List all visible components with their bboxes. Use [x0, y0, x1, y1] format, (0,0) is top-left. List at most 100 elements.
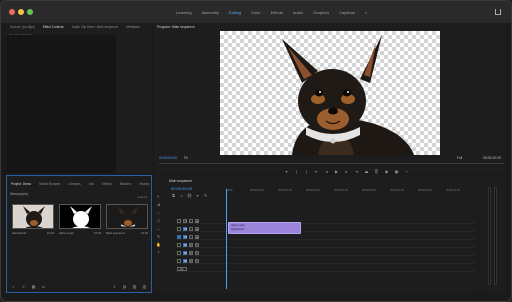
track-target[interactable]: [177, 242, 181, 247]
freeform-view-icon[interactable]: ▭: [41, 284, 46, 289]
track-target[interactable]: [177, 218, 181, 223]
mark-out-icon[interactable]: }: [304, 169, 309, 174]
solo-icon[interactable]: S: [195, 242, 199, 247]
tab-audio-clip-mixer[interactable]: Audio Clip Mixer: Main sequence: [68, 25, 123, 29]
export-frame-icon[interactable]: ◉: [384, 169, 389, 174]
go-to-in-icon[interactable]: ⇤: [314, 169, 319, 174]
ruler-label: 00:00:02:00: [278, 189, 292, 192]
snap-icon[interactable]: ⊃: [179, 193, 184, 198]
tab-libraries[interactable]: Libraries: [64, 182, 84, 186]
razor-tool-icon[interactable]: ◇: [156, 218, 161, 223]
close-window-button[interactable]: [9, 9, 15, 15]
solo-icon[interactable]: S: [195, 250, 199, 255]
mute-icon[interactable]: M: [189, 242, 193, 247]
list-view-icon[interactable]: ≡: [21, 284, 26, 289]
tab-markers[interactable]: Markers: [116, 182, 136, 186]
program-timecode[interactable]: 00:00:00:00: [159, 156, 177, 160]
time-ruler[interactable]: 00:00 00:00:00:00 00:00:02:00 00:00:04:0…: [226, 189, 476, 195]
lock-icon[interactable]: ▪: [189, 226, 193, 231]
project-item[interactable]: Main sequence 10:20: [106, 204, 148, 235]
playhead[interactable]: [226, 189, 227, 289]
tab-project[interactable]: Project: Demo: [7, 182, 35, 186]
pen-tool-icon[interactable]: ✎: [156, 234, 161, 239]
eye-icon[interactable]: ◉: [195, 226, 199, 231]
workspace-tab-graphics[interactable]: Graphics: [308, 10, 334, 16]
trash-icon[interactable]: ▥: [142, 284, 147, 289]
go-to-out-icon[interactable]: ⇥: [354, 169, 359, 174]
lock-icon[interactable]: ▪: [189, 218, 193, 223]
program-preview-canvas[interactable]: [220, 31, 440, 155]
track-select-tool-icon[interactable]: ⇉: [156, 202, 161, 207]
tab-source[interactable]: Source: (no clips): [6, 25, 39, 29]
marker-icon[interactable]: ▾: [284, 169, 289, 174]
eye-icon[interactable]: ◉: [195, 218, 199, 223]
item-name: Main sequence: [106, 231, 125, 235]
selection-tool-icon[interactable]: ↖: [156, 194, 161, 199]
workspace-tab-learning[interactable]: Learning: [171, 10, 197, 16]
workspace-tab-audio[interactable]: Audio: [288, 10, 308, 16]
step-forward-icon[interactable]: ▸: [344, 169, 349, 174]
tab-effects[interactable]: Effects: [98, 182, 116, 186]
lock-icon[interactable]: ▪: [11, 284, 16, 289]
zoom-window-button[interactable]: [27, 9, 33, 15]
mute-icon[interactable]: M: [189, 258, 193, 263]
ruler-label: 00:00:14:00: [446, 189, 460, 192]
track-target[interactable]: [177, 234, 181, 239]
add-marker-icon[interactable]: ▾: [195, 193, 200, 198]
track-v2: V2 ▪ ◉: [174, 225, 476, 232]
lock-icon[interactable]: ▪: [189, 234, 193, 239]
workspace-tab-captions[interactable]: Captions: [334, 10, 360, 16]
ruler-label: 00:00:00:00: [250, 189, 264, 192]
icon-view-icon[interactable]: ▦: [31, 284, 36, 289]
minimize-window-button[interactable]: [18, 9, 24, 15]
resolution-select[interactable]: Full: [457, 156, 462, 160]
search-icon[interactable]: ⌕: [112, 284, 117, 289]
tab-info[interactable]: Info: [85, 182, 98, 186]
workspace-tab-editing[interactable]: Editing: [224, 10, 246, 16]
slip-tool-icon[interactable]: ↔: [156, 226, 161, 231]
timeline-timecode[interactable]: 00:00:00:00: [171, 186, 192, 191]
extract-icon[interactable]: ⎘: [374, 169, 379, 174]
nest-icon[interactable]: ⧉: [171, 193, 176, 198]
workspace-more-chevron-icon[interactable]: »: [360, 10, 372, 16]
zoom-fit-select[interactable]: Fit: [184, 156, 188, 160]
settings-icon[interactable]: +: [404, 169, 409, 174]
type-tool-icon[interactable]: T: [156, 250, 161, 255]
hand-tool-icon[interactable]: ✋: [156, 242, 161, 247]
linked-selection-icon[interactable]: ⛓: [187, 193, 192, 198]
thumbnail: [59, 204, 101, 229]
tab-metadata[interactable]: Metadata: [122, 25, 143, 29]
comparison-view-icon[interactable]: ▣: [394, 169, 399, 174]
mark-in-icon[interactable]: {: [294, 169, 299, 174]
workspace-tab-effects[interactable]: Effects: [266, 10, 288, 16]
solo-icon[interactable]: S: [195, 258, 199, 263]
tab-effect-controls[interactable]: Effect Controls: [39, 25, 68, 29]
track-a3: A3 M S: [174, 257, 476, 264]
workspace-tabs: Learning Assembly Editing Color Effects …: [171, 10, 372, 16]
mute-icon[interactable]: M: [189, 250, 193, 255]
project-item[interactable]: Alpha mask 10:20: [59, 204, 101, 235]
wrench-icon[interactable]: ✎: [203, 193, 208, 198]
track-mix: Mix: [174, 265, 476, 272]
project-item[interactable]: Dachshund 10:20: [12, 204, 54, 235]
play-icon[interactable]: ▶: [334, 169, 339, 174]
step-back-icon[interactable]: ◂: [324, 169, 329, 174]
audio-meter: [481, 175, 506, 293]
eye-icon[interactable]: ◉: [195, 234, 199, 239]
workspace-tab-assembly[interactable]: Assembly: [197, 10, 224, 16]
video-clip[interactable]: Alpha mask Dachshund: [228, 222, 301, 234]
track-target[interactable]: [177, 258, 181, 263]
tab-history[interactable]: History: [135, 182, 153, 186]
ripple-edit-tool-icon[interactable]: ⇔: [156, 210, 161, 215]
tab-media-browser[interactable]: Media Browser: [35, 182, 64, 186]
new-bin-icon[interactable]: ▤: [122, 284, 127, 289]
workspace-tab-color[interactable]: Color: [246, 10, 266, 16]
lift-icon[interactable]: ⏏: [364, 169, 369, 174]
left-top-tabs: Source: (no clips) Effect Controls Audio…: [6, 23, 144, 30]
new-item-icon[interactable]: ▧: [132, 284, 137, 289]
ruler-label: 00:00:12:00: [418, 189, 432, 192]
share-icon[interactable]: [495, 9, 501, 15]
track-target[interactable]: [177, 226, 181, 231]
track-target[interactable]: [177, 250, 181, 255]
program-scrub-bar[interactable]: [159, 163, 504, 164]
